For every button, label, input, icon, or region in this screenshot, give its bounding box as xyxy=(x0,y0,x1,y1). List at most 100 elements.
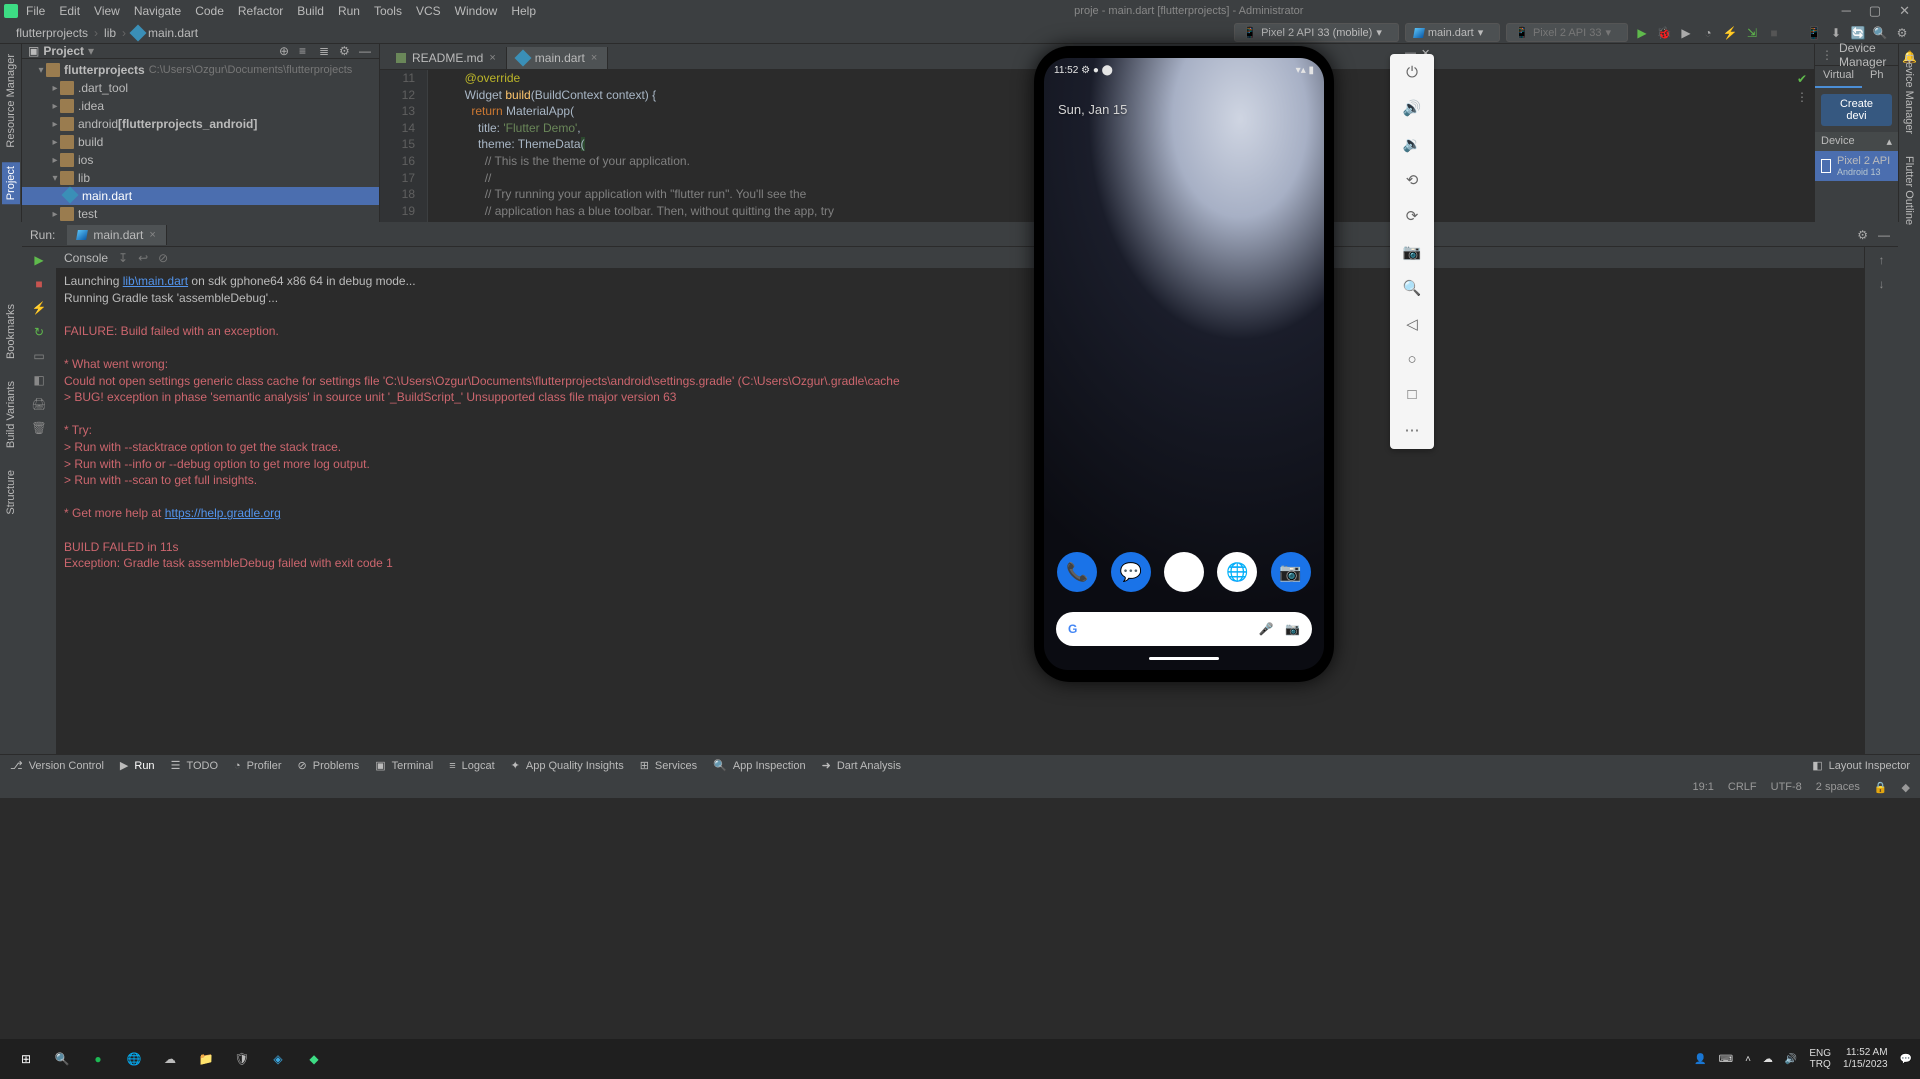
rerun-icon[interactable]: ▶ xyxy=(34,253,43,267)
hide-icon[interactable]: — xyxy=(359,44,373,58)
device-row[interactable]: Pixel 2 API Android 13 xyxy=(1815,151,1898,181)
rotate-right-icon[interactable]: ⟳ xyxy=(1406,207,1419,225)
inspections-ok-icon[interactable]: ✔ xyxy=(1797,72,1807,86)
menu-refactor[interactable]: Refactor xyxy=(238,4,283,18)
run-tab[interactable]: main.dart × xyxy=(67,225,166,245)
tool-dart-analysis[interactable]: ➜Dart Analysis xyxy=(822,759,901,772)
menu-window[interactable]: Window xyxy=(455,4,498,18)
clear-icon[interactable]: ⊘ xyxy=(158,251,168,265)
stop-icon[interactable]: ■ xyxy=(35,277,42,291)
home-icon[interactable]: ○ xyxy=(1407,351,1416,368)
google-search-bar[interactable]: G 🎤 📷 xyxy=(1056,612,1312,646)
people-icon[interactable]: 👤 xyxy=(1694,1054,1706,1065)
console-tab[interactable]: Console xyxy=(64,251,108,265)
menu-file[interactable]: File xyxy=(26,4,45,18)
windows-taskbar[interactable]: ⊞ 🔍 ● 🌐 ☁ 📁 🛡 ◈ ◆ 👤 ⌨ ˄ ☁ 🔊 ENGTRQ 11:52… xyxy=(0,1039,1920,1079)
line-ending[interactable]: CRLF xyxy=(1728,781,1757,793)
back-icon[interactable]: ◁ xyxy=(1406,315,1418,333)
tool-logcat[interactable]: ≡Logcat xyxy=(449,760,494,772)
tree-root[interactable]: ▾flutterprojectsC:\Users\Ozgur\Documents… xyxy=(22,61,379,79)
profile-icon[interactable]: ◔ xyxy=(1700,25,1716,41)
close-icon[interactable]: × xyxy=(149,229,155,241)
up-icon[interactable]: ↑ xyxy=(1879,253,1885,267)
run-icon[interactable]: ▶ xyxy=(1634,25,1650,41)
restart-icon[interactable]: ↻ xyxy=(34,325,44,339)
clock[interactable]: 11:52 AM 1/15/2023 xyxy=(1843,1047,1888,1071)
collapse-icon[interactable]: ≣ xyxy=(319,44,333,58)
menu-help[interactable]: Help xyxy=(511,4,536,18)
menu-code[interactable]: Code xyxy=(195,4,224,18)
tool-flutter-outline[interactable]: Flutter Outline xyxy=(1903,152,1915,229)
volume-icon[interactable]: 🔊 xyxy=(1785,1054,1797,1065)
power-icon[interactable]: ⏻ xyxy=(1406,64,1418,81)
device-selector[interactable]: 📱 Pixel 2 API 33 (mobile) ▾ xyxy=(1234,23,1399,42)
tool-layout-inspector[interactable]: ◧Layout Inspector xyxy=(1812,759,1910,772)
tool-build-variants[interactable]: Build Variants xyxy=(5,377,17,452)
language-indicator[interactable]: ENGTRQ xyxy=(1809,1048,1831,1070)
tree-item[interactable]: ▸ios xyxy=(22,151,379,169)
tool-run[interactable]: ▶Run xyxy=(120,759,155,772)
app-icon[interactable]: 🛡 xyxy=(224,1041,260,1077)
screenshot-icon[interactable]: 📷 xyxy=(1403,243,1422,261)
editor-tab[interactable]: main.dart× xyxy=(507,47,608,69)
tree-item[interactable]: ▸.idea xyxy=(22,97,379,115)
tool-app-inspection[interactable]: 🔍App Inspection xyxy=(713,759,805,772)
tree-item[interactable]: ▸android [flutterprojects_android] xyxy=(22,115,379,133)
spotify-icon[interactable]: ● xyxy=(80,1041,116,1077)
tree-item[interactable]: main.dart xyxy=(22,187,379,205)
options-icon[interactable]: ⚙ xyxy=(339,44,353,58)
tool-services[interactable]: ⊞Services xyxy=(640,759,697,772)
nav-handle[interactable] xyxy=(1149,657,1219,660)
chrome-icon[interactable]: 🌐 xyxy=(116,1041,152,1077)
sdk-icon[interactable]: ⬇ xyxy=(1828,25,1844,41)
sync-icon[interactable]: 🔄 xyxy=(1850,25,1866,41)
tray-chevron-icon[interactable]: ˄ xyxy=(1745,1054,1751,1065)
stop-icon[interactable]: ■ xyxy=(1766,25,1782,41)
editor-tab[interactable]: README.md× xyxy=(386,47,507,69)
menu-tools[interactable]: Tools xyxy=(374,4,402,18)
scroll-icon[interactable]: ↧ xyxy=(118,251,128,265)
minimize-icon[interactable]: ─ xyxy=(1842,3,1851,19)
print-icon[interactable]: 🖨 xyxy=(31,397,46,411)
debug-icon[interactable]: 🐞 xyxy=(1656,25,1672,41)
run-settings-icon[interactable]: ⚙ xyxy=(1857,228,1868,242)
expand-icon[interactable]: ≡ xyxy=(299,44,313,58)
down-icon[interactable]: ↓ xyxy=(1879,277,1885,291)
maximize-icon[interactable]: ▢ xyxy=(1869,3,1881,19)
play-store-icon[interactable]: ▶ xyxy=(1164,552,1204,592)
caret-position[interactable]: 19:1 xyxy=(1692,781,1713,793)
tool-app-quality-insights[interactable]: ✦App Quality Insights xyxy=(511,759,624,772)
reader-mode-icon[interactable]: ⋮ xyxy=(1796,90,1808,104)
messages-app-icon[interactable]: 💬 xyxy=(1111,552,1151,592)
delete-icon[interactable]: 🗑 xyxy=(31,421,46,435)
cloud-icon[interactable]: ☁ xyxy=(1763,1054,1773,1065)
phone-app-icon[interactable]: 📞 xyxy=(1057,552,1097,592)
soft-wrap-icon[interactable]: ↩ xyxy=(138,251,148,265)
menu-navigate[interactable]: Navigate xyxy=(134,4,181,18)
menu-run[interactable]: Run xyxy=(338,4,360,18)
tab-physical[interactable]: Ph xyxy=(1862,66,1891,88)
hot-reload-icon[interactable]: ⚡ xyxy=(1722,25,1738,41)
coverage-icon[interactable]: ▶ xyxy=(1678,25,1694,41)
more-icon[interactable]: ⋯ xyxy=(1405,421,1420,439)
run-hide-icon[interactable]: — xyxy=(1878,228,1890,242)
console-output[interactable]: Launching lib\main.dart on sdk gphone64 … xyxy=(56,269,1864,754)
overview-icon[interactable]: □ xyxy=(1407,386,1416,403)
run-config-selector[interactable]: main.dart ▾ xyxy=(1405,23,1500,42)
project-tree[interactable]: ▾flutterprojectsC:\Users\Ozgur\Documents… xyxy=(22,59,379,243)
rotate-left-icon[interactable]: ⟲ xyxy=(1406,171,1419,189)
lens-icon[interactable]: 📷 xyxy=(1285,622,1300,636)
tree-item[interactable]: ▸.dart_tool xyxy=(22,79,379,97)
tab-virtual[interactable]: Virtual xyxy=(1815,66,1862,88)
tool-problems[interactable]: ⊘Problems xyxy=(298,759,360,772)
menu-view[interactable]: View xyxy=(94,4,120,18)
volume-down-icon[interactable]: 🔉 xyxy=(1403,135,1422,153)
hot-reload-icon[interactable]: ⚡ xyxy=(32,301,47,315)
weather-icon[interactable]: ☁ xyxy=(152,1041,188,1077)
phone-screen[interactable]: 11:52 ⚙ ● ⬤ ▾▴ ▮ Sun, Jan 15 📞 💬 ▶ 🌐 📷 G… xyxy=(1044,58,1324,670)
menu-edit[interactable]: Edit xyxy=(59,4,80,18)
camera-app-icon[interactable]: 📷 xyxy=(1271,552,1311,592)
close-icon[interactable]: ✕ xyxy=(1899,3,1910,19)
tool-project[interactable]: Project xyxy=(2,162,20,204)
target-selector[interactable]: 📱 Pixel 2 API 33 ▾ xyxy=(1506,23,1628,42)
